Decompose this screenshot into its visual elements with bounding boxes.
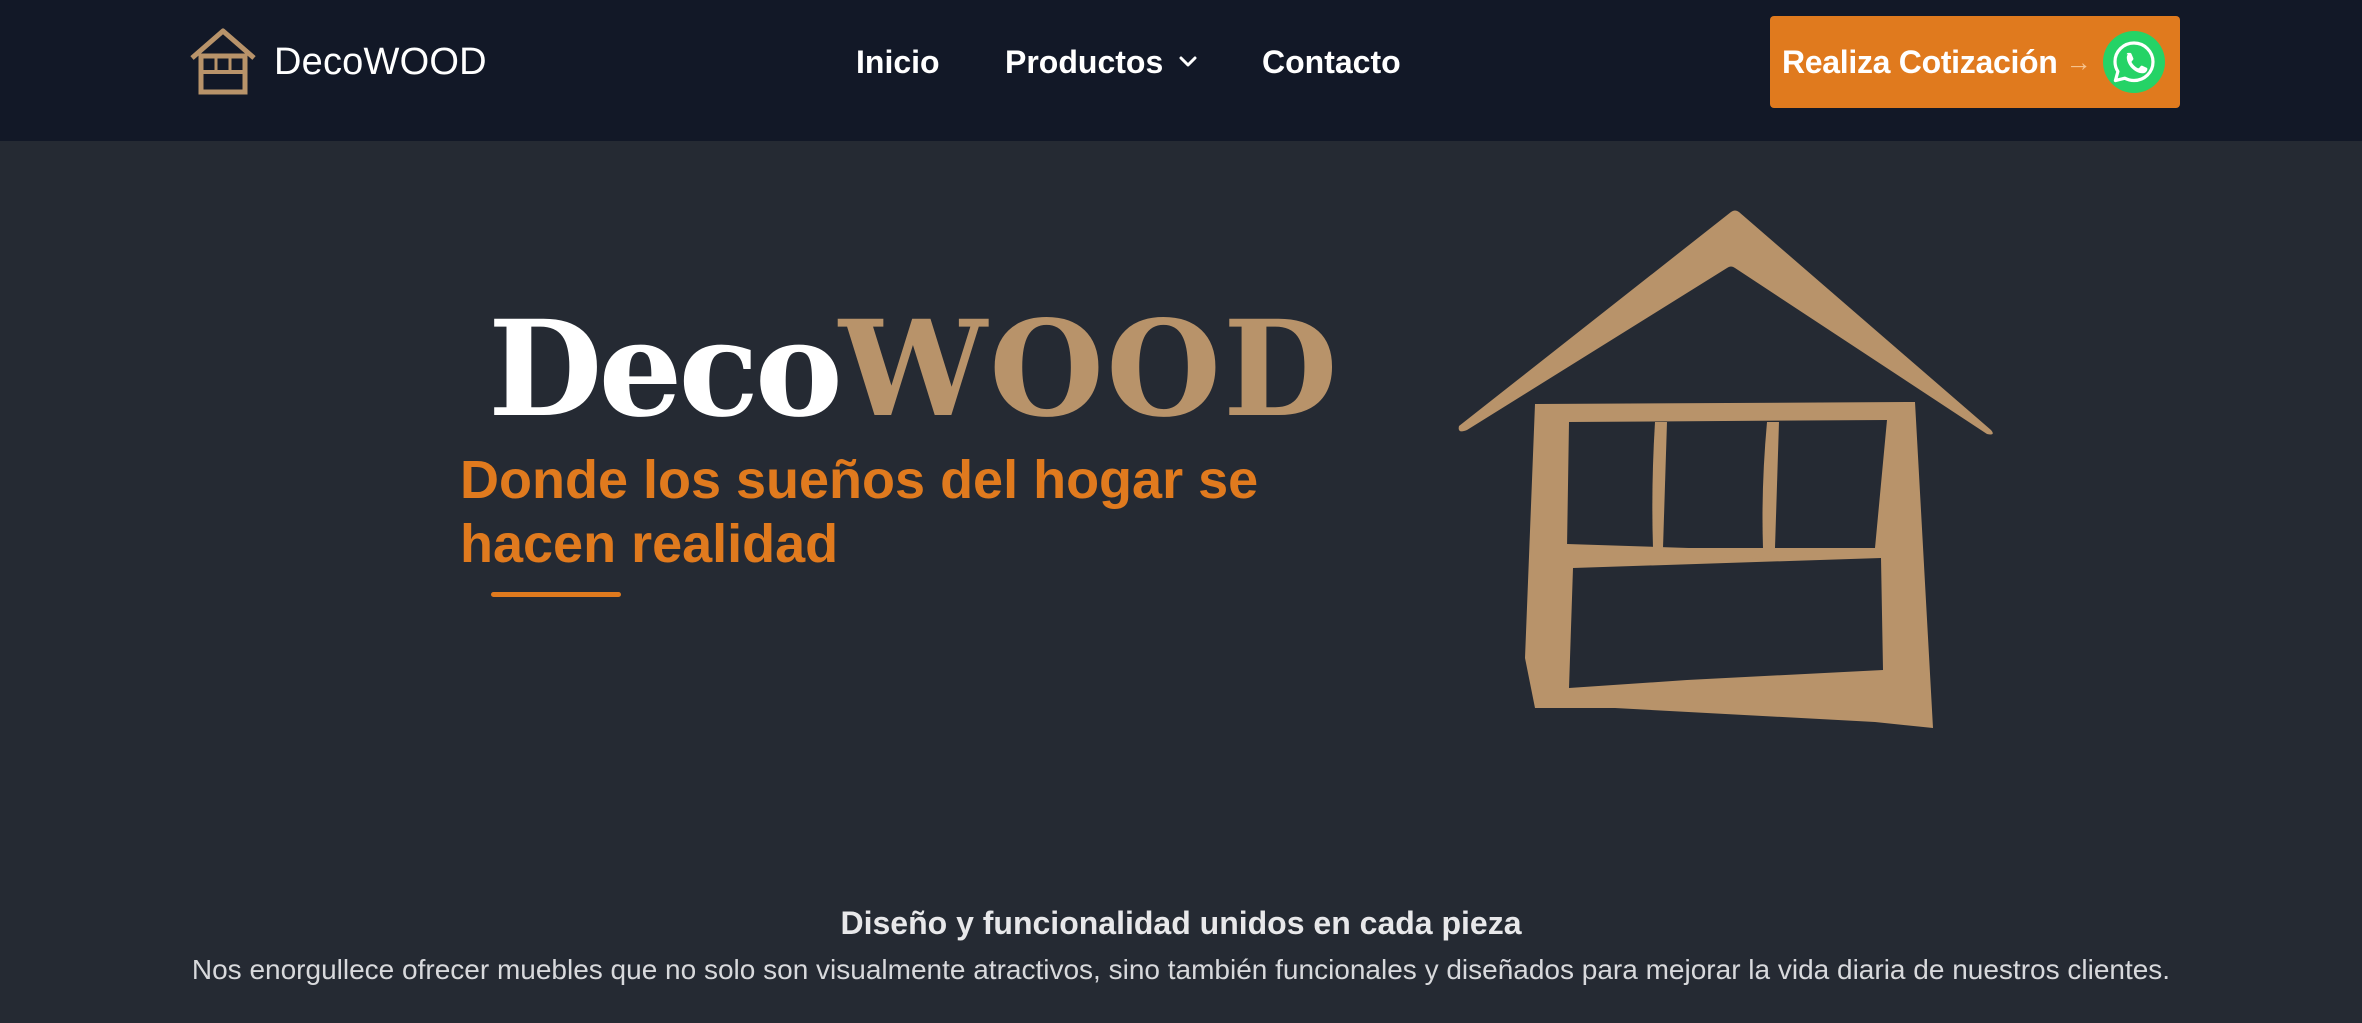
top-navbar: DecoWOOD Inicio Productos Contacto Reali… (0, 0, 2362, 141)
nav-link-contacto-label: Contacto (1262, 44, 1401, 80)
arrow-right-icon: → (2065, 46, 2092, 77)
nav-link-inicio-label: Inicio (856, 44, 940, 80)
wordmark-deco: Deco (488, 292, 843, 447)
nav-link-inicio[interactable]: Inicio (856, 38, 940, 86)
quote-cta-button[interactable]: Realiza Cotización → (1770, 16, 2180, 108)
feature-description: Nos enorgullece ofrecer muebles que no s… (191, 954, 2171, 985)
hero-wordmark: DecoWOOD (488, 300, 1340, 440)
hero-tagline: Donde los sueños del hogar se hacen real… (460, 450, 1259, 574)
whatsapp-icon (2102, 31, 2165, 93)
tagline-underline (491, 592, 621, 597)
nav-link-productos-label: Productos (1005, 44, 1164, 80)
nav-link-productos[interactable]: Productos (1005, 38, 1197, 86)
wordmark-wood: WOOD (838, 292, 1340, 447)
nav-link-contacto[interactable]: Contacto (1262, 38, 1401, 86)
quote-cta-label: Realiza Cotización (1782, 43, 2058, 80)
feature-title: Diseño y funcionalidad unidos en cada pi… (840, 905, 1522, 941)
chevron-down-icon (1179, 56, 1197, 67)
house-icon (1458, 210, 1993, 728)
